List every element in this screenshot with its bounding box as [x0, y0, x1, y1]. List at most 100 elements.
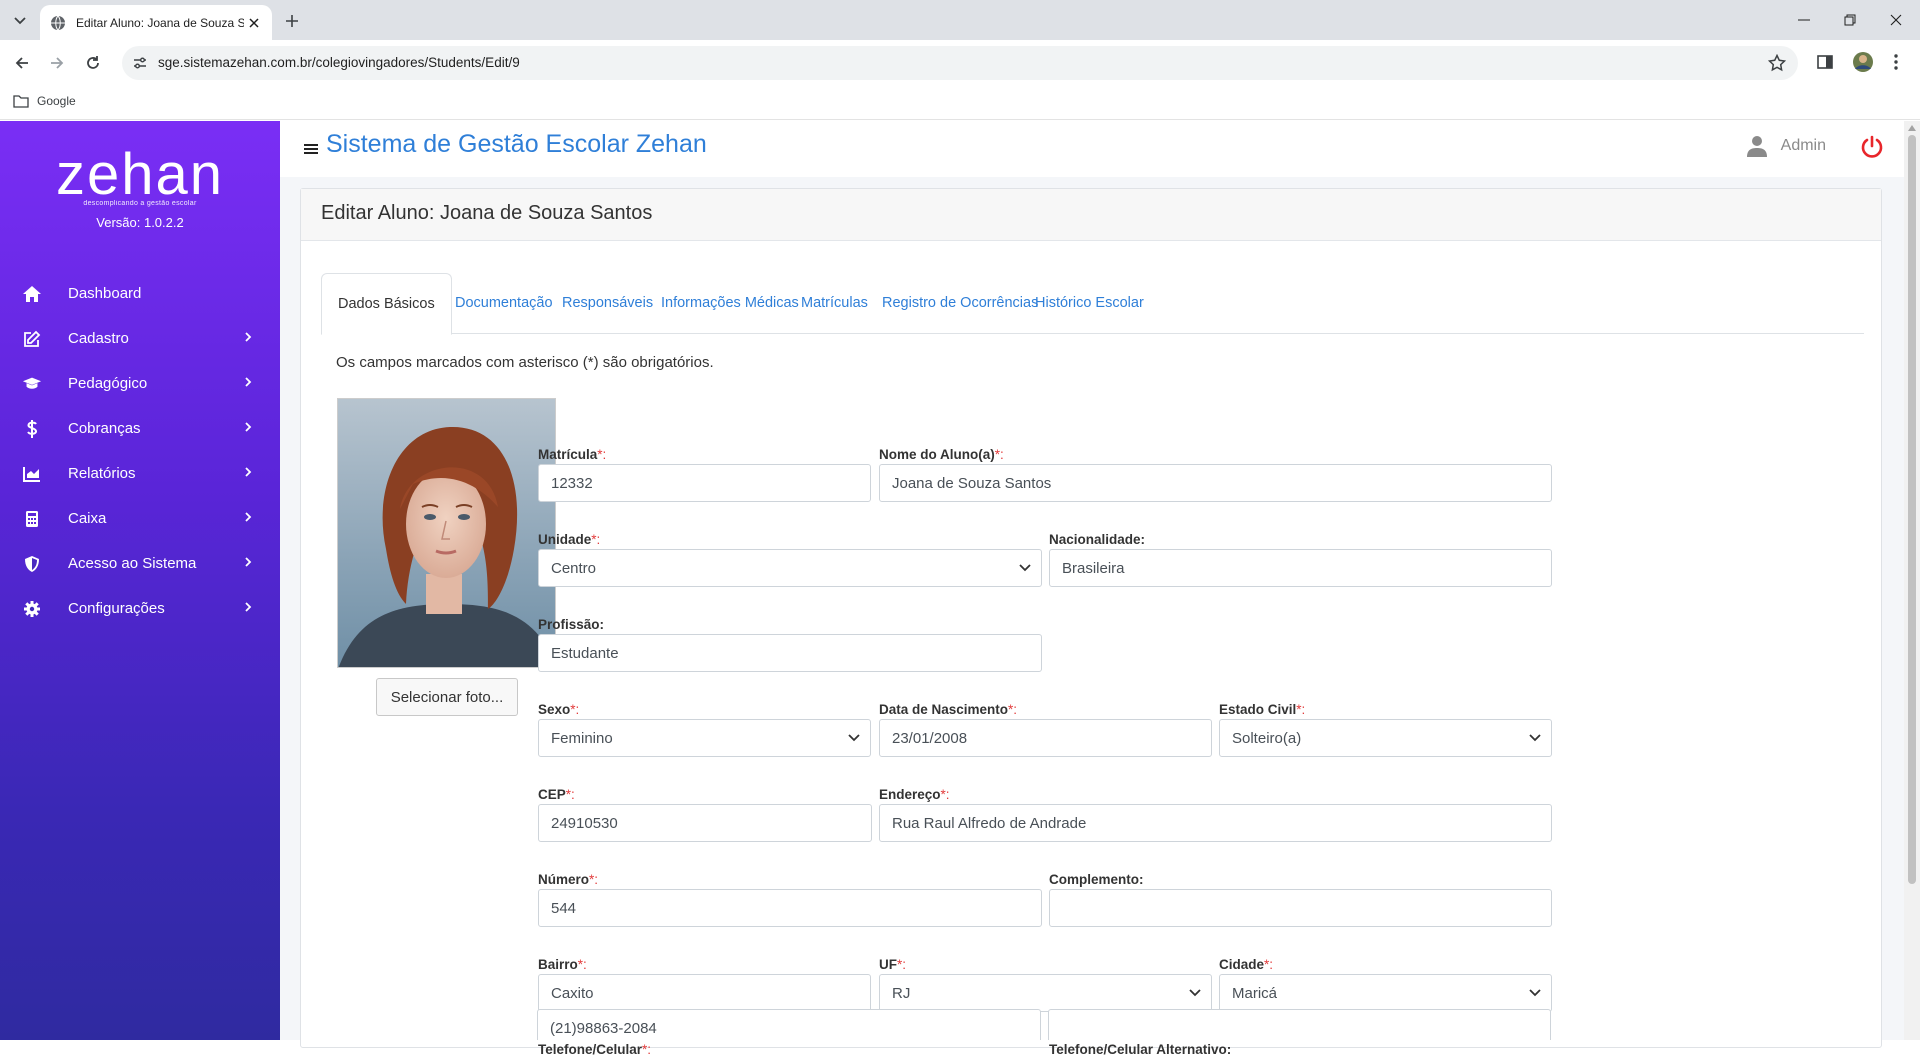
- telefone-alt-label: Telefone/Celular Alternativo:: [1049, 1042, 1232, 1057]
- app-version: Versão: 1.0.2.2: [96, 215, 184, 230]
- browser-tab[interactable]: Editar Aluno: Joana de Souza Santos: [40, 5, 272, 40]
- user-icon: [1746, 136, 1767, 157]
- sidebar-item-cadastro[interactable]: Cadastro: [0, 316, 280, 361]
- chevron-right-icon: [245, 467, 252, 477]
- chevron-right-icon: [245, 332, 252, 342]
- unidade-select[interactable]: Centro: [538, 549, 1042, 587]
- new-tab-icon[interactable]: [283, 12, 301, 30]
- complemento-input[interactable]: [1049, 889, 1552, 927]
- card-title: Editar Aluno: Joana de Souza Santos: [301, 189, 1881, 241]
- zehan-logo[interactable]: zehan descomplicando a gestão escolar Ve…: [0, 142, 280, 231]
- bairro-label: Bairro*:: [538, 957, 587, 972]
- chevron-right-icon: [245, 422, 252, 432]
- cidade-select[interactable]: Maricá: [1219, 974, 1552, 1012]
- student-portrait-image: [338, 399, 555, 667]
- chevron-right-icon: [245, 377, 252, 387]
- sidebar: zehan descomplicando a gestão escolar Ve…: [0, 121, 280, 1040]
- numero-input[interactable]: 544: [538, 889, 1042, 927]
- menu-kebab-icon[interactable]: [1893, 53, 1899, 71]
- cep-input[interactable]: 24910530: [538, 804, 872, 842]
- tab-search-button[interactable]: [8, 10, 32, 32]
- logo-wordmark: zehan: [55, 142, 225, 207]
- tab-historico-escolar[interactable]: Histórico Escolar: [1019, 273, 1160, 334]
- chevron-right-icon: [245, 512, 252, 522]
- user-name: Admin: [1780, 137, 1826, 154]
- bookmark-google[interactable]: Google: [13, 94, 76, 108]
- chevron-down-icon: [1019, 564, 1031, 572]
- sidebar-item-cobrancas[interactable]: Cobranças: [0, 406, 280, 451]
- sidebar-item-configuracoes[interactable]: Configurações: [0, 586, 280, 631]
- telefone-label: Telefone/Celular*:: [538, 1042, 652, 1057]
- gear-icon: [22, 599, 42, 619]
- minimize-button[interactable]: [1794, 10, 1814, 30]
- cep-label: CEP*:: [538, 787, 575, 802]
- power-icon[interactable]: [1860, 135, 1884, 159]
- select-photo-button[interactable]: Selecionar foto...: [376, 678, 518, 716]
- nascimento-label: Data de Nascimento*:: [879, 702, 1018, 717]
- estado-civil-select[interactable]: Solteiro(a): [1219, 719, 1552, 757]
- browser-toolbar: sge.sistemazehan.com.br/colegiovingadore…: [0, 40, 1920, 86]
- back-button[interactable]: [12, 53, 32, 73]
- endereco-label: Endereço*:: [879, 787, 950, 802]
- uf-label: UF*:: [879, 957, 907, 972]
- side-panel-icon[interactable]: [1816, 53, 1834, 71]
- sidebar-item-dashboard[interactable]: Dashboard: [0, 271, 280, 316]
- uf-select[interactable]: RJ: [879, 974, 1212, 1012]
- bairro-input[interactable]: Caxito: [538, 974, 871, 1012]
- numero-label: Número*:: [538, 872, 599, 887]
- sexo-select[interactable]: Feminino: [538, 719, 871, 757]
- close-tab-icon[interactable]: [246, 15, 262, 31]
- nacionalidade-input[interactable]: Brasileira: [1049, 549, 1552, 587]
- student-edit-card: Editar Aluno: Joana de Souza Santos Dado…: [300, 188, 1882, 1057]
- endereco-input[interactable]: Rua Raul Alfredo de Andrade: [879, 804, 1552, 842]
- sidebar-item-acesso[interactable]: Acesso ao Sistema: [0, 541, 280, 586]
- chevron-down-icon: [14, 17, 26, 25]
- bookmark-star-icon[interactable]: [1768, 54, 1786, 72]
- telefone-alt-input[interactable]: [1048, 1009, 1551, 1040]
- chevron-down-icon: [848, 734, 860, 742]
- logo-tagline: descomplicando a gestão escolar: [83, 200, 197, 207]
- estado-civil-label: Estado Civil*:: [1219, 702, 1306, 717]
- sidebar-item-label: Cobranças: [68, 420, 141, 437]
- scroll-up-icon[interactable]: [1908, 125, 1916, 131]
- scrollbar-thumb[interactable]: [1908, 135, 1916, 884]
- nascimento-input[interactable]: 23/01/2008: [879, 719, 1212, 757]
- sidebar-item-relatorios[interactable]: Relatórios: [0, 451, 280, 496]
- matricula-input[interactable]: 12332: [538, 464, 871, 502]
- forward-button[interactable]: [47, 53, 67, 73]
- telefone-input[interactable]: (21)98863-2084: [537, 1009, 1041, 1040]
- sidebar-item-label: Pedagógico: [68, 375, 148, 392]
- user-menu[interactable]: Admin: [1746, 135, 1826, 157]
- nacionalidade-label: Nacionalidade:: [1049, 532, 1146, 547]
- chevron-down-icon: [1529, 989, 1541, 997]
- tab-title: Editar Aluno: Joana de Souza Santos: [76, 15, 244, 30]
- sidebar-item-pedagogico[interactable]: Pedagógico: [0, 361, 280, 406]
- close-window-button[interactable]: [1886, 10, 1906, 30]
- app-title: Sistema de Gestão Escolar Zehan: [326, 130, 707, 158]
- reload-button[interactable]: [83, 53, 103, 73]
- sidebar-item-label: Relatórios: [68, 465, 136, 482]
- nome-input[interactable]: Joana de Souza Santos: [879, 464, 1552, 502]
- calculator-icon: [22, 509, 42, 529]
- page-scrollbar[interactable]: [1904, 121, 1920, 1040]
- profile-avatar-icon[interactable]: [1852, 51, 1874, 73]
- chevron-right-icon: [245, 602, 252, 612]
- sidebar-menu: Dashboard Cadastro Pedagógico Cobranças …: [0, 271, 280, 631]
- student-tabs: Dados Básicos Documentação Responsáveis …: [321, 273, 1864, 335]
- sidebar-item-label: Cadastro: [68, 330, 129, 347]
- nome-label: Nome do Aluno(a)*:: [879, 447, 1004, 462]
- address-bar[interactable]: sge.sistemazehan.com.br/colegiovingadore…: [122, 46, 1798, 80]
- globe-icon: [51, 15, 65, 30]
- restore-button[interactable]: [1840, 10, 1860, 30]
- tab-dados-basicos[interactable]: Dados Básicos: [321, 273, 452, 335]
- folder-icon: [13, 95, 29, 108]
- site-info-icon[interactable]: [132, 55, 148, 71]
- home-icon: [22, 284, 42, 304]
- sidebar-item-caixa[interactable]: Caixa: [0, 496, 280, 541]
- menu-toggle-icon[interactable]: [304, 143, 318, 155]
- browser-tabstrip: Editar Aluno: Joana de Souza Santos: [0, 0, 1920, 40]
- sidebar-item-label: Caixa: [68, 510, 107, 527]
- bookmark-label: Google: [37, 94, 76, 108]
- sidebar-item-label: Dashboard: [68, 285, 142, 302]
- profissao-input[interactable]: Estudante: [538, 634, 1042, 672]
